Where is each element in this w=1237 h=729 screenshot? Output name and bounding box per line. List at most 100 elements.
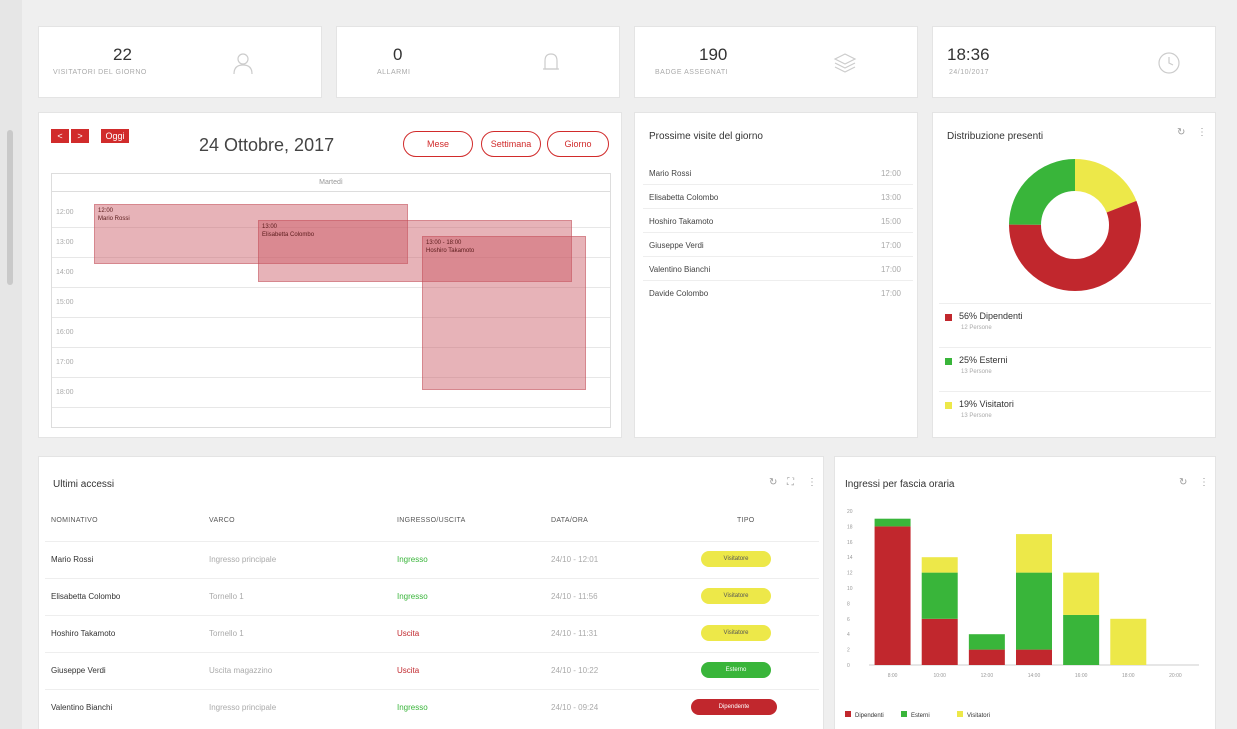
legend-swatch xyxy=(901,711,907,717)
visitor-name: Mario Rossi xyxy=(649,169,692,178)
list-item[interactable]: Valentino Bianchi 17:00 xyxy=(643,257,913,281)
cell-gate: Ingresso principale xyxy=(209,703,277,712)
time-slot-label: 12:00 xyxy=(56,209,74,216)
cell-direction: Uscita xyxy=(397,629,420,638)
bar-segment-visitatori xyxy=(1110,618,1147,665)
visit-time: 15:00 xyxy=(880,217,901,226)
legend-sub: 13 Persone xyxy=(961,369,992,375)
visitor-name: Elisabetta Colombo xyxy=(649,193,719,202)
calendar-date-title: 24 Ottobre, 2017 xyxy=(199,135,335,155)
visitor-name: Valentino Bianchi xyxy=(649,265,711,274)
list-item[interactable]: Davide Colombo 17:00 xyxy=(643,281,913,305)
y-tick-label: 20 xyxy=(847,509,853,515)
status-badge: Visitatore xyxy=(701,625,771,641)
more-icon[interactable]: ⋮ xyxy=(1197,127,1207,138)
legend-label: 19% Visitatori xyxy=(959,399,1014,409)
visit-time: 17:00 xyxy=(880,241,901,250)
kpi-label: VISITATORI DEL GIORNO xyxy=(53,69,147,76)
column-header[interactable]: TIPO xyxy=(737,517,755,524)
cell-datetime: 24/10 - 09:24 xyxy=(551,703,599,712)
refresh-icon[interactable]: ↻ xyxy=(1177,127,1185,138)
cell-gate: Ingresso principale xyxy=(209,555,277,564)
time-slot-label: 18:00 xyxy=(56,389,74,396)
cell-name: Hoshiro Takamoto xyxy=(51,629,116,638)
column-header[interactable]: VARCO xyxy=(209,517,235,524)
time-slot-label: 16:00 xyxy=(56,329,74,336)
calendar-day-header: Martedì xyxy=(52,174,610,192)
more-icon[interactable]: ⋮ xyxy=(807,477,817,488)
y-tick-label: 2 xyxy=(847,648,850,654)
bar-segment-esterni xyxy=(874,518,911,527)
y-tick-label: 18 xyxy=(847,524,853,530)
bar-segment-esterni xyxy=(968,634,1005,650)
refresh-icon[interactable]: ↻ xyxy=(1179,477,1187,488)
kpi-card-visitors: 22 VISITATORI DEL GIORNO xyxy=(38,26,322,98)
calendar-day-grid[interactable]: Martedì 12:00 13:00 14:00 15:00 16:00 17… xyxy=(51,173,611,428)
y-tick-label: 14 xyxy=(847,555,853,561)
visitor-name: Hoshiro Takamoto xyxy=(649,217,714,226)
kpi-value: 0 xyxy=(393,45,403,64)
legend-sub: 12 Persone xyxy=(961,325,992,331)
kpi-card-time: 18:36 24/10/2017 xyxy=(932,26,1216,98)
calendar-event[interactable]: 13:00 - 18:00 Hoshiro Takamoto xyxy=(422,236,586,390)
legend-label: Visitatori xyxy=(967,713,990,719)
scroll-rail[interactable] xyxy=(0,0,22,729)
expand-icon[interactable]: ⛶ xyxy=(787,477,794,488)
calendar-today-button[interactable]: Oggi xyxy=(101,129,129,143)
card-title: Prossime visite del giorno xyxy=(649,131,763,142)
table-row[interactable]: Elisabetta Colombo Tornello 1 Ingresso 2… xyxy=(45,578,819,615)
table-row[interactable]: Valentino Bianchi Ingresso principale In… xyxy=(45,689,819,726)
donut-chart xyxy=(1009,159,1141,291)
calendar-card: < > Oggi 24 Ottobre, 2017 Mese Settimana… xyxy=(38,112,622,438)
time-slot-label: 15:00 xyxy=(56,299,74,306)
table-row[interactable]: Mario Rossi Ingresso principale Ingresso… xyxy=(45,541,819,578)
list-item[interactable]: Giuseppe Verdi 17:00 xyxy=(643,233,913,257)
calendar-next-button[interactable]: > xyxy=(71,129,89,143)
kpi-card-badges: 190 BADGE ASSEGNATI xyxy=(634,26,918,98)
legend-swatch xyxy=(945,358,952,365)
clock-icon xyxy=(1158,52,1180,74)
table-row[interactable]: Hoshiro Takamoto Tornello 1 Uscita 24/10… xyxy=(45,615,819,652)
view-week-button[interactable]: Settimana xyxy=(481,131,541,157)
refresh-icon[interactable]: ↻ xyxy=(769,477,777,488)
list-item[interactable]: Elisabetta Colombo 13:00 xyxy=(643,185,913,209)
bar-segment-visitatori xyxy=(1016,534,1052,573)
kpi-value: 18:36 xyxy=(947,45,990,64)
list-item[interactable]: Mario Rossi 12:00 xyxy=(643,161,913,185)
legend-label: 25% Esterni xyxy=(959,355,1008,365)
bar-segment-dipendenti xyxy=(968,649,1005,665)
column-header[interactable]: DATA/ORA xyxy=(551,517,588,524)
cell-gate: Tornello 1 xyxy=(209,592,244,601)
time-slot-label: 17:00 xyxy=(56,359,74,366)
table-row[interactable]: Giuseppe Verdi Uscita magazzino Uscita 2… xyxy=(45,652,819,689)
visit-time: 12:00 xyxy=(880,169,901,178)
status-badge: Dipendente xyxy=(691,699,777,715)
more-icon[interactable]: ⋮ xyxy=(1199,477,1209,488)
cell-gate: Tornello 1 xyxy=(209,629,244,638)
legend-swatch xyxy=(957,711,963,717)
bar-segment-dipendenti xyxy=(921,618,958,665)
cell-datetime: 24/10 - 10:22 xyxy=(551,666,599,675)
visitor-name: Davide Colombo xyxy=(649,289,709,298)
legend-label: Esterni xyxy=(911,713,930,719)
layers-icon xyxy=(833,53,857,73)
user-icon xyxy=(233,53,253,75)
kpi-card-alarms: 0 ALLARMI xyxy=(336,26,620,98)
card-title: Distribuzione presenti xyxy=(947,131,1044,142)
bar-segment-dipendenti xyxy=(1016,649,1052,665)
calendar-prev-button[interactable]: < xyxy=(51,129,69,143)
view-month-button[interactable]: Mese xyxy=(403,131,473,157)
y-tick-label: 4 xyxy=(847,632,850,638)
card-title: Ingressi per fascia oraria xyxy=(845,479,955,490)
scroll-thumb[interactable] xyxy=(7,130,13,285)
column-header[interactable]: INGRESSO/USCITA xyxy=(397,517,466,524)
status-badge: Esterno xyxy=(701,662,771,678)
hourly-entries-card: Ingressi per fascia oraria ↻ ⋮ 0 2 4 6 8 10 12… xyxy=(834,456,1216,729)
view-day-button[interactable]: Giorno xyxy=(547,131,609,157)
cell-name: Giuseppe Verdi xyxy=(51,666,106,675)
distribution-card: Distribuzione presenti ↻ ⋮ 56% Dipendent… xyxy=(932,112,1216,438)
visit-time: 13:00 xyxy=(880,193,901,202)
list-item[interactable]: Hoshiro Takamoto 15:00 xyxy=(643,209,913,233)
y-tick-label: 0 xyxy=(847,663,850,669)
column-header[interactable]: NOMINATIVO xyxy=(51,517,98,524)
